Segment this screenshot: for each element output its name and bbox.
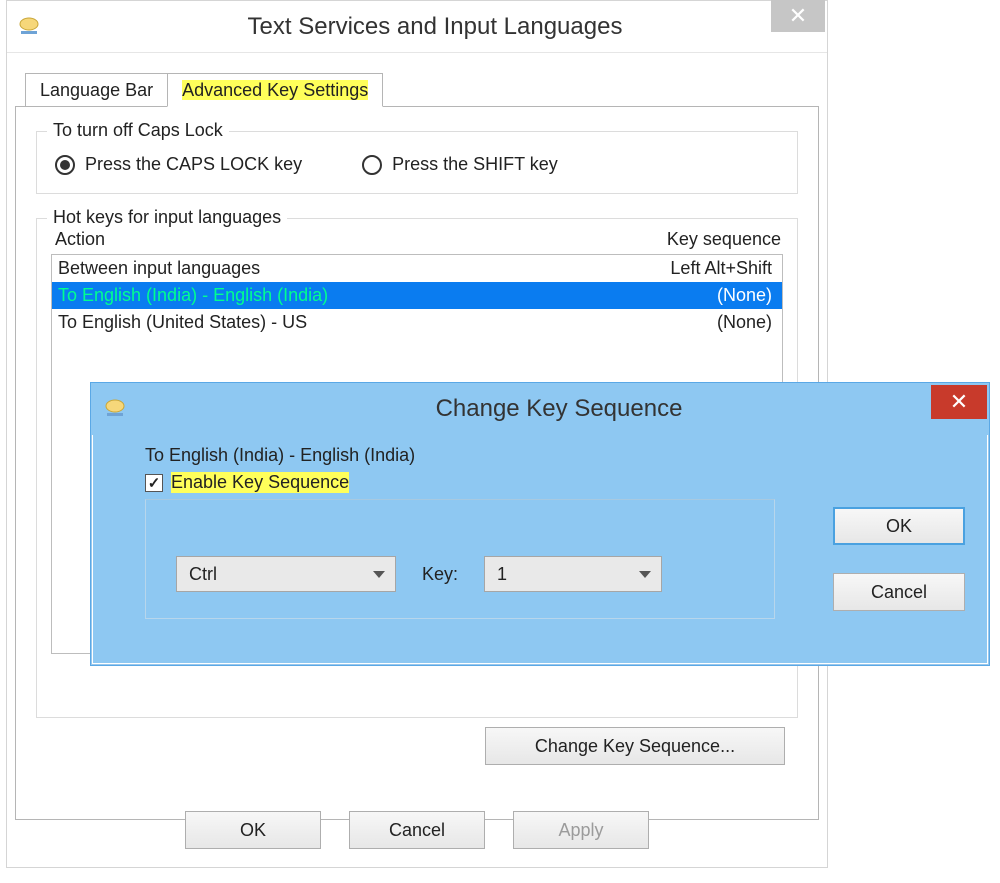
button-label: Cancel	[389, 820, 445, 841]
radio-shift-key[interactable]: Press the SHIFT key	[362, 154, 558, 175]
radio-label: Press the CAPS LOCK key	[85, 154, 302, 175]
cell-keyseq: (None)	[717, 285, 776, 306]
checkbox-label: Enable Key Sequence	[171, 472, 349, 493]
close-button[interactable]: ✕	[931, 385, 987, 419]
radio-icon	[362, 155, 382, 175]
cell-keyseq: (None)	[717, 312, 776, 333]
close-button[interactable]: ✕	[771, 0, 825, 32]
dialog-title: Change Key Sequence	[129, 395, 989, 423]
chevron-down-icon	[639, 571, 651, 578]
radio-caps-lock-key[interactable]: Press the CAPS LOCK key	[55, 154, 302, 175]
ok-button[interactable]: OK	[833, 507, 965, 545]
enable-key-sequence-checkbox[interactable]: ✓ Enable Key Sequence	[145, 472, 967, 493]
table-row[interactable]: To English (United States) - US (None)	[52, 309, 782, 336]
button-label: Apply	[558, 820, 603, 841]
button-label: Cancel	[871, 582, 927, 603]
ok-button[interactable]: OK	[185, 811, 321, 849]
table-row[interactable]: Between input languages Left Alt+Shift	[52, 255, 782, 282]
group-legend: To turn off Caps Lock	[47, 120, 229, 141]
select-value: 1	[497, 564, 507, 585]
col-key-sequence: Key sequence	[667, 229, 781, 250]
caps-lock-group: To turn off Caps Lock Press the CAPS LOC…	[36, 131, 798, 194]
select-value: Ctrl	[189, 564, 217, 585]
table-row[interactable]: To English (India) - English (India) (No…	[52, 282, 782, 309]
dialog-buttons: OK Cancel Apply	[7, 811, 827, 849]
tab-strip: Language Bar Advanced Key Settings	[25, 73, 827, 107]
button-label: Change Key Sequence...	[535, 736, 735, 757]
target-language-label: To English (India) - English (India)	[145, 445, 967, 466]
cancel-button[interactable]: Cancel	[833, 573, 965, 611]
key-sequence-panel: Ctrl Key: 1	[145, 499, 775, 619]
window-title: Text Services and Input Languages	[43, 13, 827, 41]
tab-language-bar[interactable]: Language Bar	[25, 73, 168, 107]
tab-advanced-key-settings[interactable]: Advanced Key Settings	[167, 73, 383, 107]
close-icon: ✕	[950, 389, 968, 415]
language-icon	[101, 397, 129, 421]
button-label: OK	[240, 820, 266, 841]
close-icon: ✕	[789, 5, 807, 27]
radio-label: Press the SHIFT key	[392, 154, 558, 175]
col-action: Action	[55, 229, 667, 250]
cell-keyseq: Left Alt+Shift	[670, 258, 776, 279]
radio-icon	[55, 155, 75, 175]
apply-button: Apply	[513, 811, 649, 849]
tab-label: Advanced Key Settings	[182, 80, 368, 100]
titlebar: Change Key Sequence ✕	[91, 383, 989, 435]
group-legend: Hot keys for input languages	[47, 207, 287, 228]
chevron-down-icon	[373, 571, 385, 578]
button-label: OK	[886, 516, 912, 537]
change-key-sequence-dialog: Change Key Sequence ✕ To English (India)…	[90, 382, 990, 666]
tab-label: Language Bar	[40, 80, 153, 100]
cell-action: Between input languages	[58, 258, 670, 279]
language-icon	[15, 15, 43, 39]
change-key-sequence-button[interactable]: Change Key Sequence...	[485, 727, 785, 765]
cancel-button[interactable]: Cancel	[349, 811, 485, 849]
modifier-select[interactable]: Ctrl	[176, 556, 396, 592]
key-label: Key:	[422, 564, 458, 585]
cell-action: To English (United States) - US	[58, 312, 717, 333]
checkbox-icon: ✓	[145, 474, 163, 492]
key-select[interactable]: 1	[484, 556, 662, 592]
cell-action: To English (India) - English (India)	[58, 285, 717, 306]
titlebar: Text Services and Input Languages ✕	[7, 1, 827, 53]
